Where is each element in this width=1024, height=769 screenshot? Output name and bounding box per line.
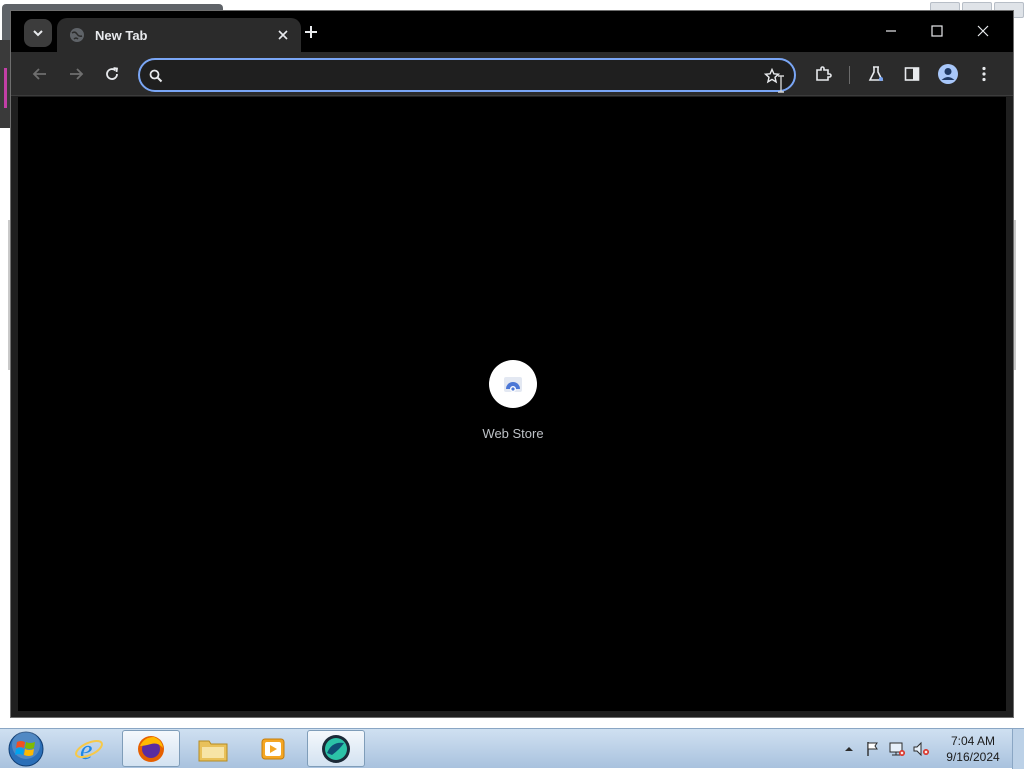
background-window-border bbox=[1014, 220, 1016, 370]
puzzle-icon bbox=[816, 66, 832, 81]
chevron-up-icon bbox=[845, 747, 853, 751]
globe-icon bbox=[69, 27, 85, 43]
maximize-button[interactable] bbox=[914, 11, 960, 51]
clock-date: 9/16/2024 bbox=[946, 750, 1000, 764]
internet-explorer-icon: e bbox=[75, 735, 103, 764]
taskbar-firefox[interactable] bbox=[122, 730, 180, 767]
side-panel-button[interactable] bbox=[900, 62, 924, 86]
clock-time: 7:04 AM bbox=[950, 734, 996, 748]
svg-text:e: e bbox=[80, 735, 92, 764]
forward-arrow-icon bbox=[70, 68, 84, 80]
close-icon bbox=[977, 25, 989, 37]
reload-button[interactable] bbox=[100, 62, 124, 86]
flask-icon bbox=[868, 66, 884, 81]
browser-app-icon bbox=[322, 734, 350, 763]
start-button[interactable] bbox=[6, 730, 46, 768]
browser-toolbar bbox=[11, 52, 1013, 96]
kebab-menu-icon bbox=[982, 66, 986, 82]
tab-search-button[interactable] bbox=[24, 19, 52, 47]
shortcut-label: Web Store bbox=[482, 426, 544, 441]
new-tab-page: Web Store bbox=[18, 97, 1006, 711]
forward-button[interactable] bbox=[64, 62, 88, 86]
firefox-icon bbox=[138, 735, 164, 762]
browser-menu-button[interactable] bbox=[972, 62, 996, 86]
plus-icon bbox=[305, 26, 317, 38]
browser-window: New Tab Web Store bbox=[10, 10, 1014, 718]
reload-icon bbox=[106, 67, 119, 80]
media-player-icon bbox=[261, 738, 285, 759]
back-button[interactable] bbox=[28, 62, 52, 86]
search-icon bbox=[148, 68, 164, 84]
star-icon bbox=[764, 68, 780, 84]
taskbar-media-player[interactable] bbox=[244, 730, 302, 767]
tab-strip: New Tab bbox=[11, 11, 1013, 52]
side-panel-icon bbox=[904, 67, 920, 81]
taskbar: e 7:04 AM 9/16/2024 bbox=[0, 728, 1024, 769]
extensions-button[interactable] bbox=[811, 62, 835, 86]
bookmark-star-button[interactable] bbox=[762, 66, 782, 86]
tab-title: New Tab bbox=[95, 27, 148, 43]
show-desktop-button[interactable] bbox=[1012, 729, 1024, 769]
volume-muted-icon[interactable] bbox=[912, 740, 930, 758]
web-store-icon bbox=[489, 360, 537, 408]
show-hidden-icons-button[interactable] bbox=[840, 740, 858, 758]
windows-logo-icon bbox=[8, 731, 44, 767]
system-tray bbox=[840, 729, 936, 769]
network-icon[interactable] bbox=[888, 740, 906, 758]
close-window-button[interactable] bbox=[960, 11, 1006, 51]
background-window-edge bbox=[0, 40, 10, 128]
taskbar-file-explorer[interactable] bbox=[184, 730, 242, 767]
tab-new-tab[interactable]: New Tab bbox=[57, 18, 301, 52]
taskbar-clock[interactable]: 7:04 AM 9/16/2024 bbox=[936, 733, 1010, 765]
taskbar-browser[interactable] bbox=[307, 730, 365, 767]
action-center-flag-icon[interactable] bbox=[864, 740, 882, 758]
taskbar-internet-explorer[interactable]: e bbox=[60, 730, 118, 767]
profile-button[interactable] bbox=[936, 62, 960, 86]
maximize-icon bbox=[931, 25, 943, 37]
folder-icon bbox=[198, 740, 228, 761]
minimize-button[interactable] bbox=[868, 11, 914, 51]
back-arrow-icon bbox=[32, 68, 46, 80]
chevron-down-icon bbox=[33, 30, 43, 37]
close-icon bbox=[278, 30, 288, 40]
new-tab-button[interactable] bbox=[299, 20, 323, 44]
close-tab-button[interactable] bbox=[273, 25, 293, 45]
toolbar-divider bbox=[849, 66, 850, 84]
address-bar[interactable] bbox=[138, 58, 796, 93]
shortcut-web-store[interactable]: Web Store bbox=[473, 360, 553, 450]
profile-icon bbox=[938, 64, 958, 84]
address-input[interactable] bbox=[172, 64, 752, 86]
minimize-icon bbox=[886, 30, 896, 32]
labs-button[interactable] bbox=[864, 62, 888, 86]
